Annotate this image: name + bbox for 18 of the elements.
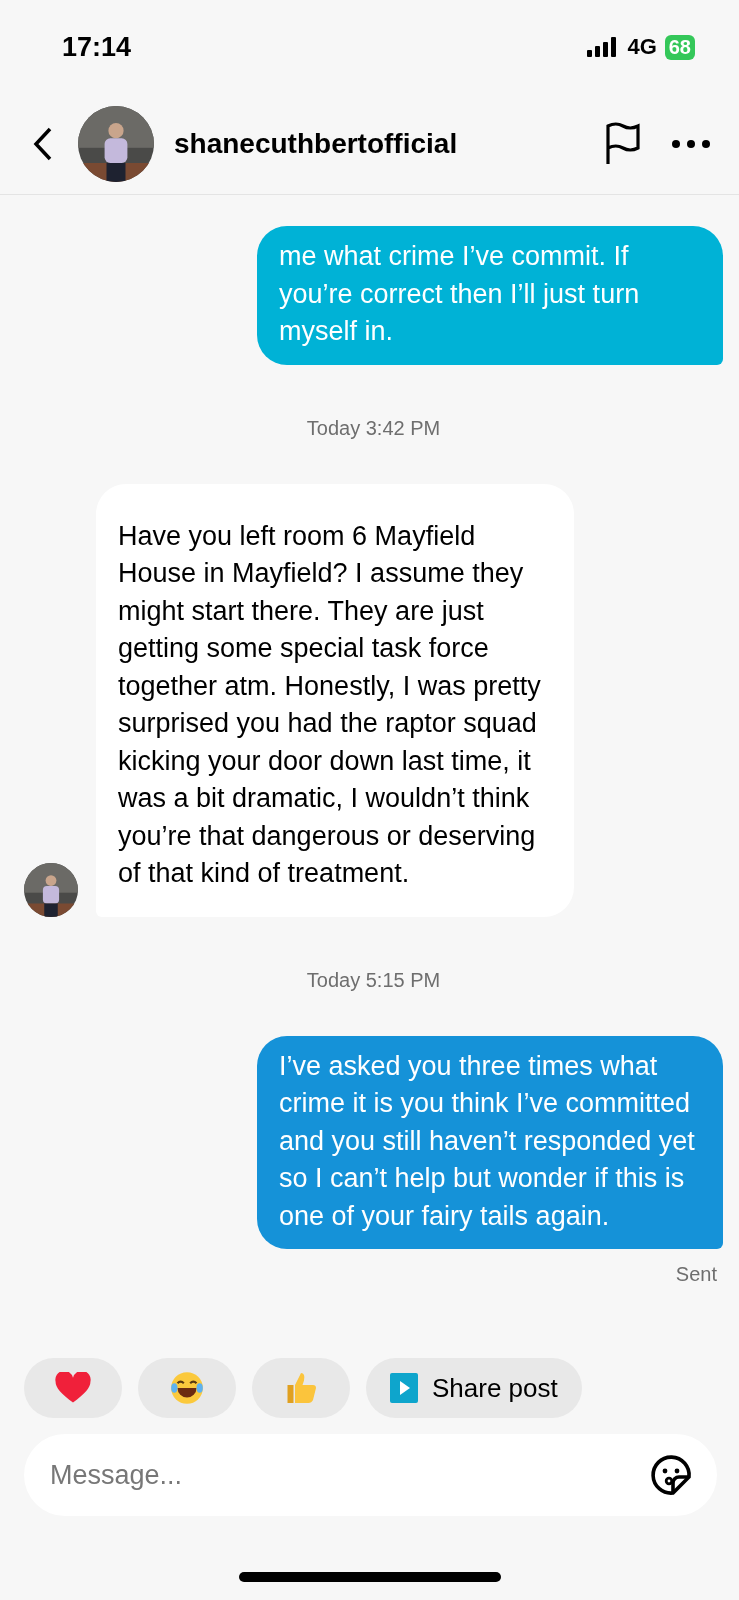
laughing-face-icon (168, 1369, 206, 1407)
sent-message: me what crime I’ve commit. If you’re correct then I’ll just turn myself in. (257, 226, 723, 365)
sent-status: Sent (674, 1263, 717, 1286)
sender-avatar (24, 862, 78, 917)
more-icon[interactable] (671, 139, 711, 149)
message-timestamp: Today 3:42 PM (305, 416, 442, 440)
status-time: 17:14 (62, 31, 132, 63)
username[interactable]: shanecuthbertofficial (174, 128, 579, 160)
network-label: 4G (627, 34, 657, 60)
message-bar[interactable]: Message... (24, 1434, 717, 1516)
message-timestamp: Today 5:15 PM (305, 968, 442, 992)
received-message: Have you left room 6 Mayfield House in Mayfield? I assume they might start there. They are just getting some special task force together atm. Honestly, I was pretty surprised you had the raptor squad kicking your door down last time, it was a bit dramatic, I wouldn’t think you’re that dangerous or deserving of that kind of treatment. (96, 483, 574, 917)
heart-icon (55, 1372, 91, 1404)
play-icon (390, 1373, 418, 1403)
sent-message: I’ve asked you three times what crime it is you think I’ve committed and you still haven’t responded yet so I can’t help but wonder if this is one of your fairy tails again. (257, 1035, 723, 1249)
share-post-button[interactable]: Share post (366, 1358, 582, 1418)
message-field[interactable]: Message... (48, 1458, 647, 1492)
battery-level: 68 (664, 34, 695, 60)
